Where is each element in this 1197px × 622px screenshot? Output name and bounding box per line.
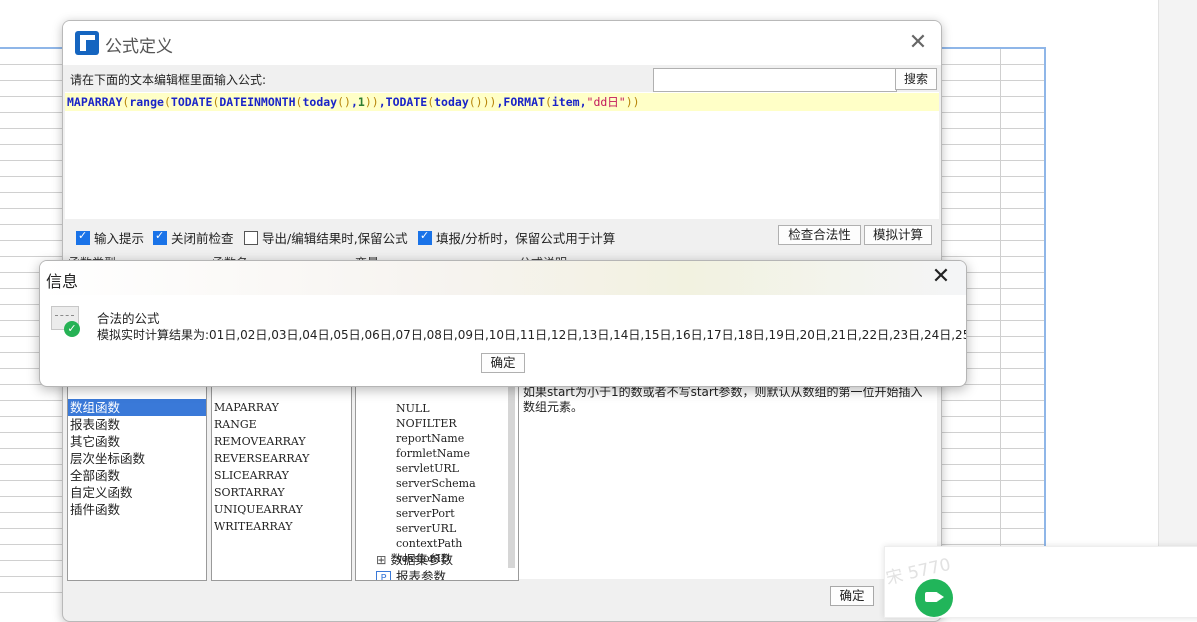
formula-token: "dd日" bbox=[586, 95, 626, 109]
formula-token: () bbox=[337, 95, 351, 109]
info-message: 合法的公式 bbox=[97, 311, 160, 326]
formula-token: ( bbox=[544, 95, 552, 109]
option-label: 输入提示 bbox=[94, 231, 145, 246]
video-call-icon[interactable] bbox=[915, 579, 953, 617]
option-label: 关闭前检查 bbox=[171, 231, 234, 246]
function-item[interactable]: REVERSEARRAY bbox=[212, 450, 351, 467]
formula-token: ())) bbox=[468, 95, 497, 109]
checkbox[interactable] bbox=[418, 229, 432, 245]
option-check-before-close[interactable]: 关闭前检查 bbox=[153, 228, 234, 247]
formula-token: ( bbox=[163, 95, 171, 109]
info-result: 模拟实时计算结果为:01日,02日,03日,04日,05日,06日,07日,08… bbox=[97, 328, 967, 342]
formula-token: , bbox=[378, 95, 386, 109]
category-item[interactable]: 其它函数 bbox=[68, 433, 206, 450]
variable-item[interactable]: sessionID bbox=[396, 552, 450, 565]
checkbox[interactable] bbox=[76, 229, 90, 245]
info-title: 信息 bbox=[46, 272, 79, 291]
options-bar: 输入提示 关闭前检查 导出/编辑结果时,保留公式 填报/分析时，保留公式用于计算… bbox=[63, 221, 941, 251]
function-item[interactable]: UNIQUEARRAY bbox=[212, 501, 351, 518]
formula-editor[interactable]: MAPARRAY(range(TODATE(DATEINMONTH(today(… bbox=[65, 92, 939, 219]
formula-token: )) bbox=[625, 95, 640, 109]
variable-item[interactable]: reportName bbox=[396, 432, 464, 445]
sheet-column-line bbox=[1000, 49, 1001, 603]
variable-item[interactable]: servletURL bbox=[396, 462, 459, 475]
checkbox[interactable] bbox=[244, 231, 258, 245]
check-validity-button[interactable]: 检查合法性 bbox=[778, 225, 861, 245]
option-input-hint[interactable]: 输入提示 bbox=[76, 228, 144, 247]
ok-button[interactable]: 确定 bbox=[830, 586, 874, 606]
checkbox[interactable] bbox=[153, 229, 167, 245]
parameter-icon: P bbox=[376, 571, 391, 580]
sheet-right-panel bbox=[1158, 0, 1197, 603]
variable-item[interactable]: serverURL bbox=[396, 522, 456, 535]
variable-item[interactable]: NOFILTER bbox=[396, 417, 457, 430]
search-input[interactable] bbox=[653, 68, 897, 92]
formula-token: , bbox=[579, 95, 587, 109]
category-item[interactable]: 自定义函数 bbox=[68, 484, 206, 501]
formula-token: TODATE bbox=[170, 95, 213, 109]
simulate-button[interactable]: 模拟计算 bbox=[864, 225, 932, 245]
app-logo-icon bbox=[75, 31, 99, 55]
function-item[interactable]: SORTARRAY bbox=[212, 484, 351, 501]
formula-token: , bbox=[350, 95, 358, 109]
category-item[interactable]: 数组函数 bbox=[68, 399, 206, 416]
formula-prompt: 请在下面的文本编辑框里面输入公式: bbox=[70, 73, 267, 87]
check-icon: ✓ bbox=[64, 321, 80, 337]
dialog-titlebar: 公式定义 ✕ bbox=[63, 21, 941, 65]
search-button[interactable]: 搜索 bbox=[895, 68, 937, 90]
formula-token: today bbox=[302, 95, 338, 109]
variable-item[interactable]: NULL bbox=[396, 402, 430, 415]
close-icon[interactable]: ✕ bbox=[907, 32, 929, 54]
function-item[interactable]: MAPARRAY bbox=[212, 399, 351, 416]
valid-formula-icon: ✓ bbox=[51, 306, 81, 337]
category-item[interactable]: 插件函数 bbox=[68, 501, 206, 518]
formula-token: range bbox=[129, 95, 164, 109]
folder-icon: ⊞ bbox=[376, 552, 391, 567]
variable-item[interactable]: contextPath bbox=[396, 537, 462, 550]
formula-token: TODATE bbox=[385, 95, 428, 109]
info-dialog: 信息 ✕ ✓ 合法的公式 模拟实时计算结果为:01日,02日,03日,04日,0… bbox=[39, 260, 967, 387]
function-item[interactable]: WRITEARRAY bbox=[212, 518, 351, 535]
formula-token: )) bbox=[364, 95, 379, 109]
function-item[interactable]: REMOVEARRAY bbox=[212, 433, 351, 450]
category-item[interactable]: 全部函数 bbox=[68, 467, 206, 484]
tree-node-report-params[interactable]: P 报表参数 bbox=[376, 566, 447, 581]
close-icon[interactable]: ✕ bbox=[929, 265, 953, 289]
category-item[interactable]: 层次坐标函数 bbox=[68, 450, 206, 467]
tree-node-label: 报表参数 bbox=[396, 569, 447, 581]
formula-token: item bbox=[551, 95, 580, 109]
option-keep-formula-export[interactable]: 导出/编辑结果时,保留公式 bbox=[244, 228, 408, 247]
formula-token: FORMAT bbox=[503, 95, 545, 109]
formula-token: 1 bbox=[357, 95, 365, 109]
info-titlebar: 信息 ✕ bbox=[40, 261, 966, 295]
option-label: 导出/编辑结果时,保留公式 bbox=[262, 231, 408, 246]
function-description: 如果start为小于1的数或者不写start参数，则默认从数组的第一位开始插入数… bbox=[523, 385, 923, 414]
formula-token: today bbox=[434, 95, 469, 109]
variable-item[interactable]: serverPort bbox=[396, 507, 455, 520]
scrollbar[interactable] bbox=[508, 382, 515, 568]
notification-popup: 宋 5770 bbox=[884, 546, 1197, 618]
category-item[interactable]: 报表函数 bbox=[68, 416, 206, 433]
option-label: 填报/分析时，保留公式用于计算 bbox=[436, 231, 616, 246]
formula-token: MAPARRAY bbox=[67, 95, 123, 109]
function-item[interactable]: RANGE bbox=[212, 416, 351, 433]
variable-item[interactable]: formletName bbox=[396, 447, 470, 460]
sheet-selection-border bbox=[1044, 47, 1046, 603]
dialog-title: 公式定义 bbox=[105, 37, 173, 57]
formula-text[interactable]: MAPARRAY(range(TODATE(DATEINMONTH(today(… bbox=[65, 93, 939, 111]
function-item[interactable]: SLICEARRAY bbox=[212, 467, 351, 484]
variable-item[interactable]: serverSchema bbox=[396, 477, 476, 490]
variable-item[interactable]: serverName bbox=[396, 492, 465, 505]
formula-token: DATEINMONTH bbox=[219, 95, 296, 109]
info-ok-button[interactable]: 确定 bbox=[481, 353, 525, 373]
option-keep-formula-fill[interactable]: 填报/分析时，保留公式用于计算 bbox=[418, 228, 615, 247]
